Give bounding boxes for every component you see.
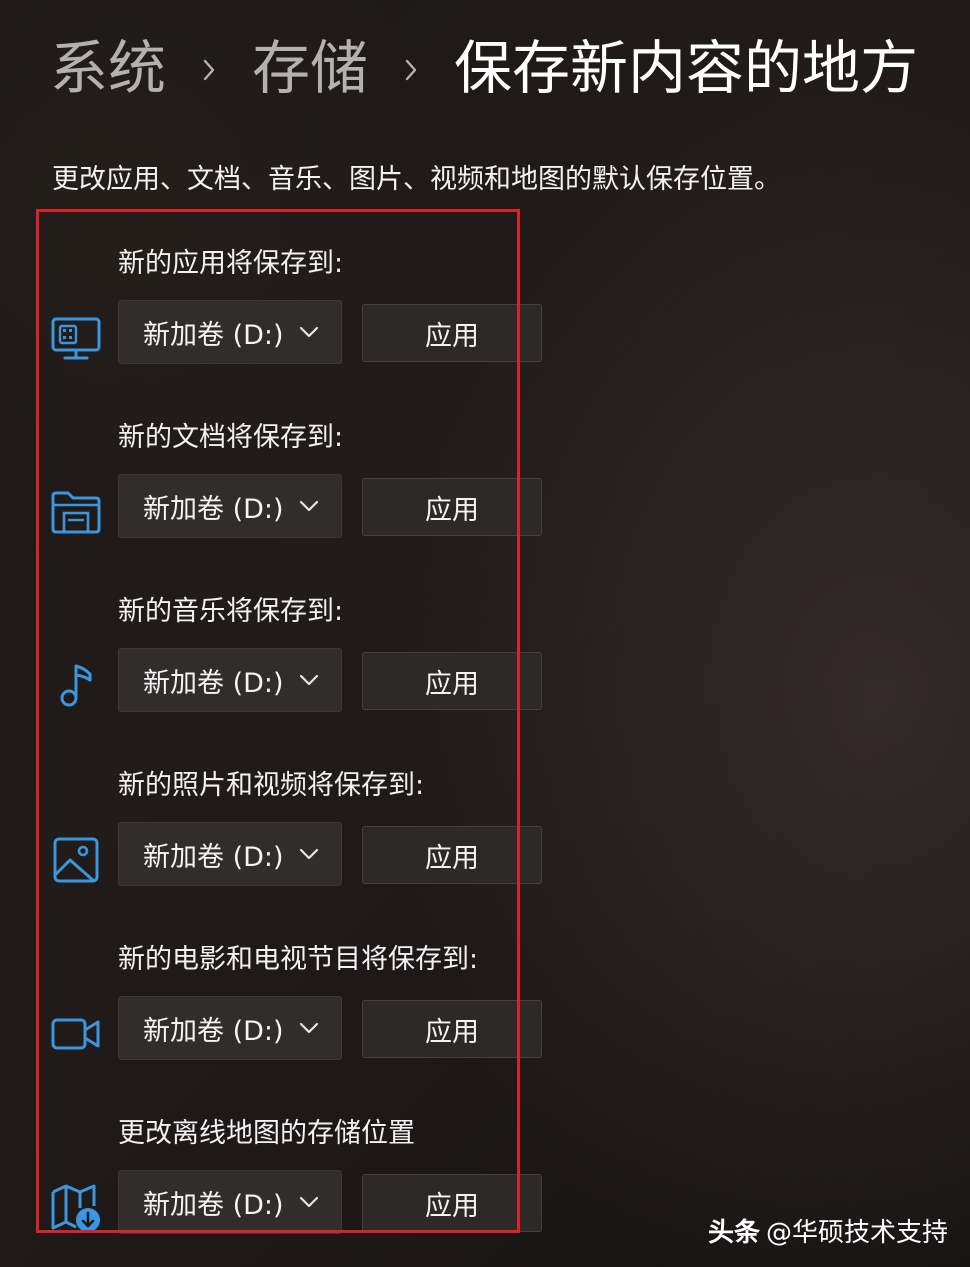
save-location-row-photos: 新的照片和视频将保存到: 新加卷 (D:) 应用 [0,766,600,916]
music-note-icon [50,660,102,712]
row-label: 新的应用将保存到: [118,248,344,279]
page-description: 更改应用、文档、音乐、图片、视频和地图的默认保存位置。 [52,164,781,195]
chevron-right-icon [368,28,454,108]
row-label: 新的文档将保存到: [118,422,344,453]
row-label: 更改离线地图的存储位置 [118,1118,415,1149]
apply-button[interactable]: 应用 [362,478,542,536]
breadcrumb-item-system[interactable]: 系统 [50,28,166,108]
dropdown-selected-value: 新加卷 (D:) [143,667,284,699]
apps-monitor-icon [50,312,102,364]
drive-dropdown[interactable]: 新加卷 (D:) [118,822,342,886]
save-location-row-maps: 更改离线地图的存储位置 新加卷 (D:) 应用 [0,1114,600,1264]
photo-icon [50,834,102,886]
chevron-down-icon [299,326,319,338]
watermark: 头条 @华硕技术支持 [708,1212,948,1249]
row-label: 新的音乐将保存到: [118,596,344,627]
drive-dropdown[interactable]: 新加卷 (D:) [118,474,342,538]
save-location-row-music: 新的音乐将保存到: 新加卷 (D:) 应用 [0,592,600,742]
chevron-down-icon [299,848,319,860]
dropdown-selected-value: 新加卷 (D:) [143,841,284,873]
apply-button[interactable]: 应用 [362,826,542,884]
breadcrumb-item-storage[interactable]: 存储 [252,28,368,108]
breadcrumb: 系统 存储 保存新内容的地方 [50,28,918,108]
apply-button[interactable]: 应用 [362,1174,542,1232]
drive-dropdown[interactable]: 新加卷 (D:) [118,648,342,712]
drive-dropdown[interactable]: 新加卷 (D:) [118,300,342,364]
row-label: 新的照片和视频将保存到: [118,770,425,801]
chevron-down-icon [299,1022,319,1034]
chevron-right-icon [166,28,252,108]
watermark-brand: 头条 [707,1218,760,1248]
video-camera-icon [50,1008,102,1060]
dropdown-selected-value: 新加卷 (D:) [143,1189,284,1221]
drive-dropdown[interactable]: 新加卷 (D:) [118,1170,342,1234]
dropdown-selected-value: 新加卷 (D:) [143,493,284,525]
offline-map-icon [50,1182,102,1234]
page-title: 保存新内容的地方 [454,34,919,102]
chevron-down-icon [299,674,319,686]
row-label: 新的电影和电视节目将保存到: [118,944,479,975]
save-location-row-apps: 新的应用将保存到: 新加卷 (D:) 应用 [0,244,600,394]
chevron-down-icon [299,500,319,512]
documents-folder-icon [50,486,102,538]
dropdown-selected-value: 新加卷 (D:) [143,319,284,351]
apply-button[interactable]: 应用 [362,652,542,710]
apply-button[interactable]: 应用 [362,304,542,362]
save-location-row-documents: 新的文档将保存到: 新加卷 (D:) 应用 [0,418,600,568]
watermark-handle: @华硕技术支持 [765,1218,948,1248]
apply-button[interactable]: 应用 [362,1000,542,1058]
dropdown-selected-value: 新加卷 (D:) [143,1015,284,1047]
chevron-down-icon [299,1196,319,1208]
drive-dropdown[interactable]: 新加卷 (D:) [118,996,342,1060]
save-location-row-movies: 新的电影和电视节目将保存到: 新加卷 (D:) 应用 [0,940,600,1090]
